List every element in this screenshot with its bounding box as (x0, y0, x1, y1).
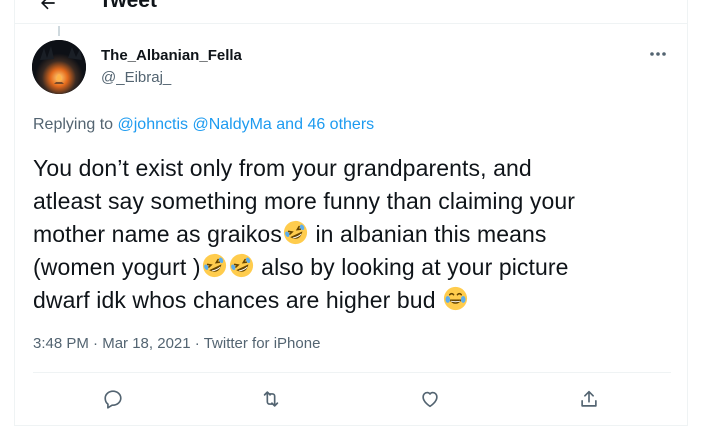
tweet-column: Tweet The_Albanian_Fella @_Eibraj_ Reply… (14, 0, 688, 426)
mention-link[interactable]: @johnctis (118, 116, 189, 133)
thread-line (58, 26, 60, 36)
avatar[interactable] (32, 40, 86, 94)
rofl-emoji-icon (282, 219, 309, 246)
tweet-text-line: dwarf idk whos chances are higher bud (33, 284, 673, 317)
top-header: Tweet (15, 0, 687, 24)
reply-icon[interactable] (101, 387, 125, 411)
more-horizontal-icon[interactable] (647, 45, 669, 63)
tweet-text-line: atleast say something more funny than cl… (33, 188, 576, 214)
like-icon[interactable] (418, 387, 442, 411)
tweet-date[interactable]: Mar 18, 2021 (102, 335, 190, 352)
header-title: Tweet (99, 0, 157, 12)
retweet-icon[interactable] (259, 387, 283, 411)
meta-separator: · (194, 335, 200, 352)
tweet-text: You don’t exist only from your grandpare… (33, 152, 673, 317)
tweet-source[interactable]: Twitter for iPhone (204, 335, 321, 352)
tweet-meta: 3:48 PM · Mar 18, 2021 · Twitter for iPh… (33, 335, 320, 353)
rofl-emoji-icon (228, 252, 255, 279)
meta-separator: · (93, 335, 99, 352)
share-icon[interactable] (577, 387, 601, 411)
tweet-text-line: You don’t exist only from your grandpare… (33, 155, 532, 181)
author-display-name[interactable]: The_Albanian_Fella (101, 47, 242, 65)
joy-emoji-icon (442, 285, 469, 312)
others-link[interactable]: 46 others (307, 116, 374, 133)
mention-link[interactable]: @NaldyMa (192, 116, 271, 133)
rofl-emoji-icon (201, 252, 228, 279)
meta-divider (33, 372, 671, 373)
replying-to-prefix: Replying to (33, 116, 114, 133)
author-handle[interactable]: @_Eibraj_ (101, 69, 171, 87)
tweet-text-line: mother name as graikos in albanian this … (33, 218, 673, 251)
page: Tweet The_Albanian_Fella @_Eibraj_ Reply… (0, 0, 719, 429)
tweet-text-line: (women yogurt ) also by looking at your … (33, 251, 673, 284)
replying-to: Replying to @johnctis @NaldyMa and 46 ot… (33, 115, 374, 135)
arrow-left-icon[interactable] (38, 0, 58, 13)
replying-to-joiner[interactable]: and (276, 116, 303, 133)
tweet-time[interactable]: 3:48 PM (33, 335, 89, 352)
